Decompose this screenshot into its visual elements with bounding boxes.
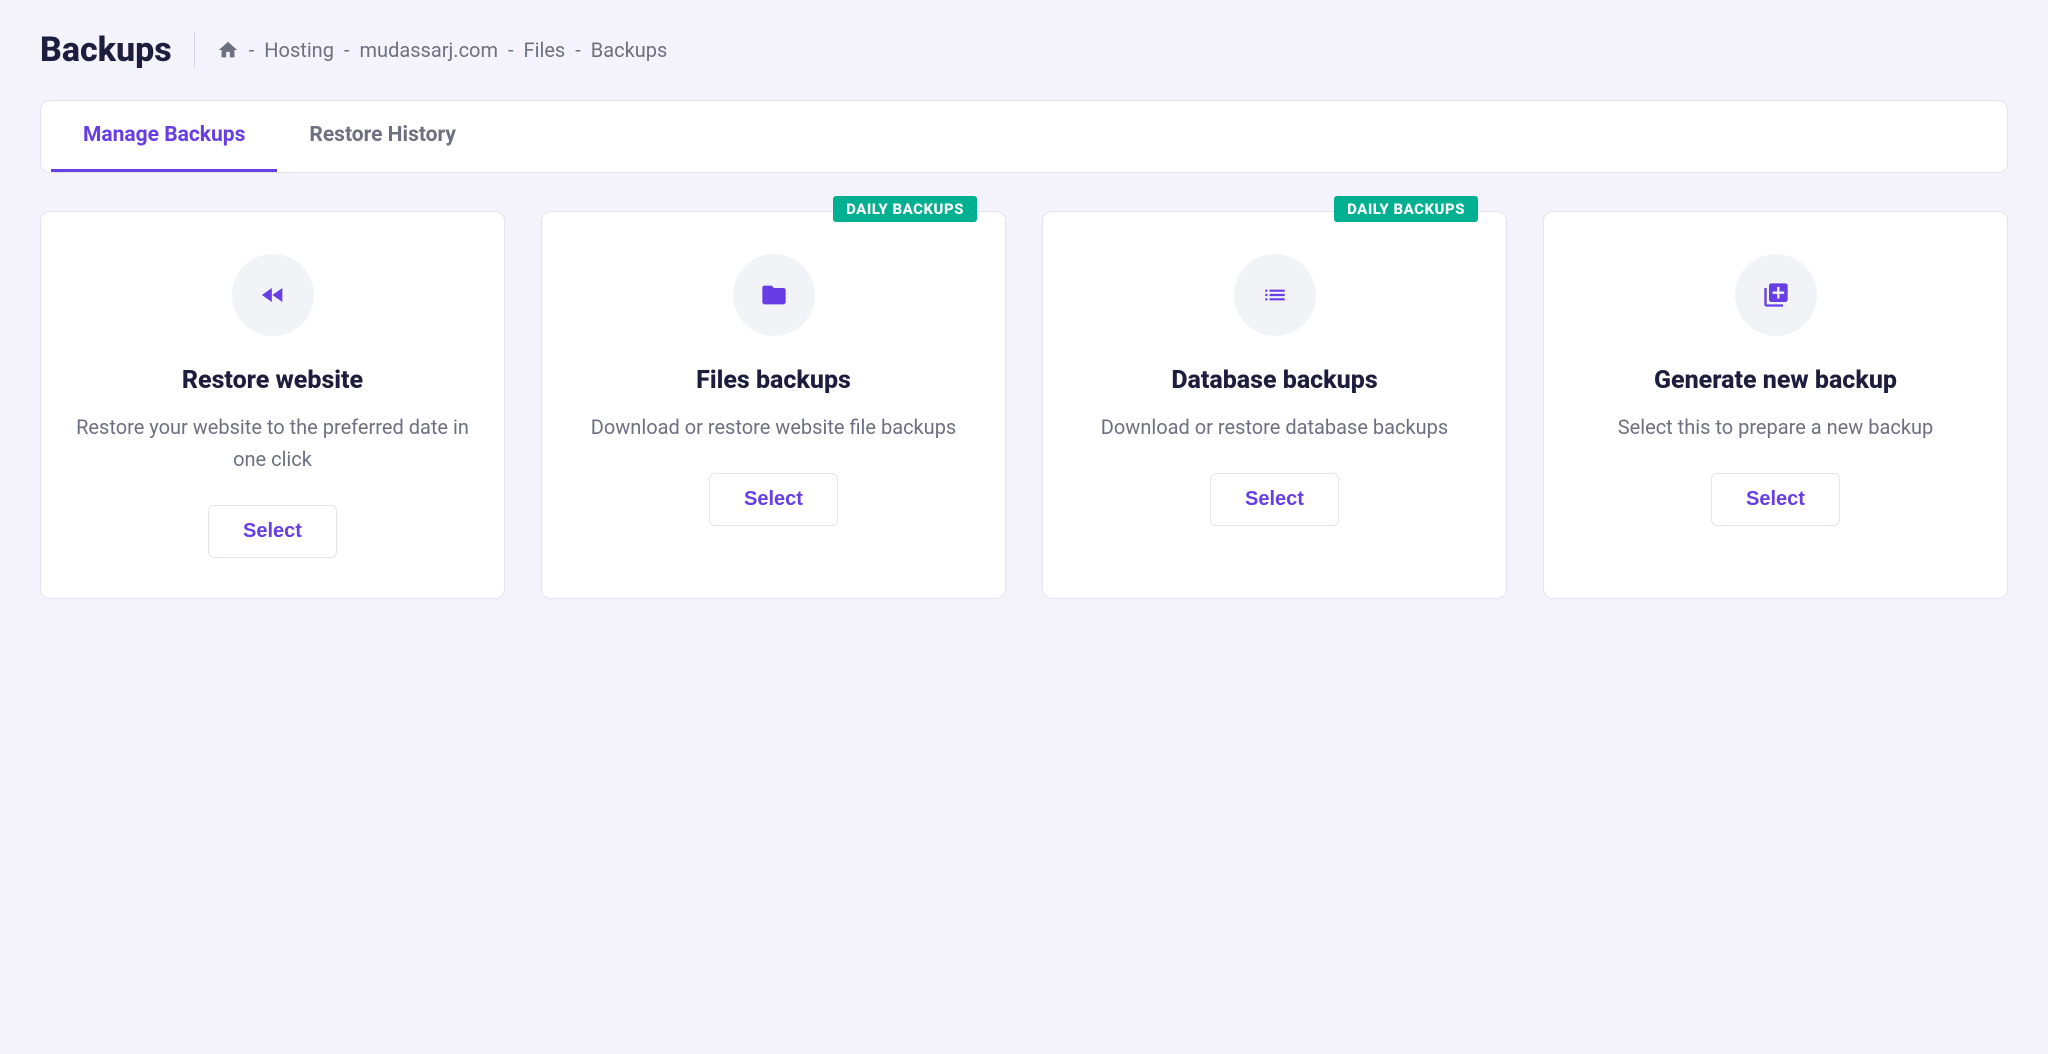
home-icon[interactable] (217, 39, 239, 61)
card-description: Restore your website to the preferred da… (71, 411, 474, 475)
tabs: Manage Backups Restore History (41, 101, 2007, 172)
card-title: Files backups (696, 366, 851, 395)
card-title: Database backups (1171, 366, 1377, 395)
tab-manage-backups[interactable]: Manage Backups (51, 101, 277, 172)
tab-restore-history[interactable]: Restore History (277, 101, 488, 172)
select-button-restore-website[interactable]: Select (208, 505, 337, 558)
select-button-database-backups[interactable]: Select (1210, 473, 1339, 526)
tabs-container: Manage Backups Restore History (40, 100, 2008, 173)
card-description: Select this to prepare a new backup (1618, 411, 1934, 443)
breadcrumb-hosting[interactable]: Hosting (264, 38, 334, 62)
page-container: Backups - Hosting - mudassarj.com - File… (0, 0, 2048, 629)
folder-icon (733, 254, 815, 336)
breadcrumb-files[interactable]: Files (524, 38, 566, 62)
list-icon (1234, 254, 1316, 336)
breadcrumb-separator: - (575, 38, 581, 62)
add-file-icon (1735, 254, 1817, 336)
card-generate-backup: Generate new backup Select this to prepa… (1543, 211, 2008, 599)
select-button-generate-backup[interactable]: Select (1711, 473, 1840, 526)
daily-backups-badge: DAILY BACKUPS (1334, 196, 1478, 222)
header-row: Backups - Hosting - mudassarj.com - File… (40, 30, 2008, 70)
cards-grid: Restore website Restore your website to … (40, 211, 2008, 599)
card-database-backups: DAILY BACKUPS Database backups Download … (1042, 211, 1507, 599)
page-title: Backups (40, 30, 194, 70)
daily-backups-badge: DAILY BACKUPS (833, 196, 977, 222)
card-title: Generate new backup (1654, 366, 1897, 395)
breadcrumb-separator: - (344, 38, 350, 62)
header-divider (194, 32, 195, 68)
breadcrumb-domain[interactable]: mudassarj.com (360, 38, 499, 62)
card-description: Download or restore database backups (1101, 411, 1448, 443)
breadcrumb-separator: - (249, 38, 255, 62)
breadcrumb-separator: - (508, 38, 514, 62)
card-files-backups: DAILY BACKUPS Files backups Download or … (541, 211, 1006, 599)
rewind-icon (232, 254, 314, 336)
card-title: Restore website (182, 366, 363, 395)
card-description: Download or restore website file backups (591, 411, 957, 443)
breadcrumb-backups[interactable]: Backups (591, 38, 668, 62)
breadcrumb: - Hosting - mudassarj.com - Files - Back… (217, 38, 668, 62)
card-restore-website: Restore website Restore your website to … (40, 211, 505, 599)
select-button-files-backups[interactable]: Select (709, 473, 838, 526)
